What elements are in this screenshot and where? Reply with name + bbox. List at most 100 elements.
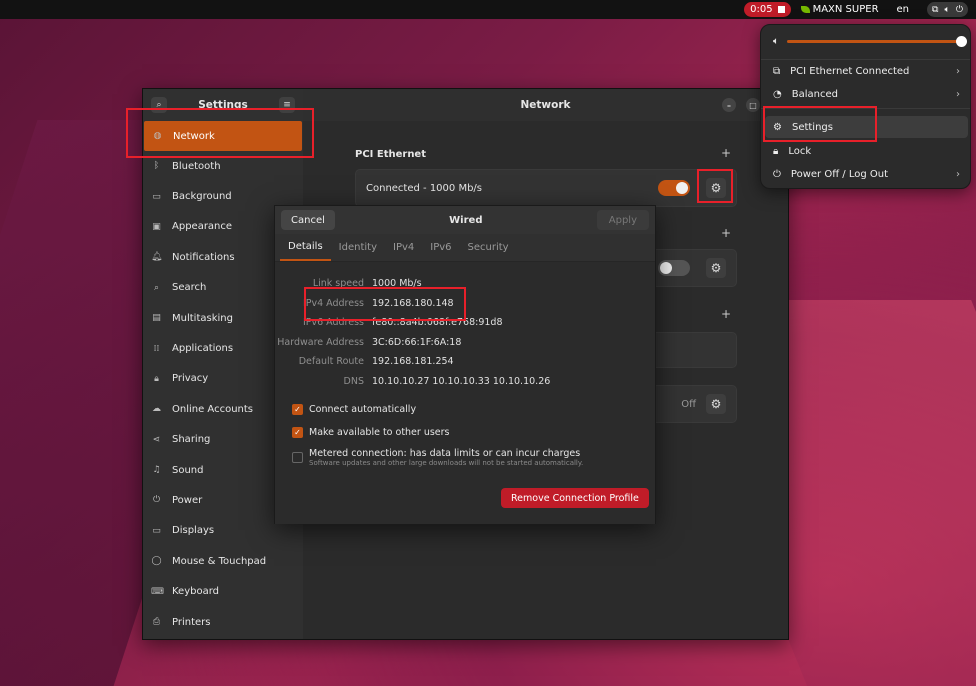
menu-item-label: Power Off / Log Out [790,168,888,180]
lock-icon: 🔒︎ [154,373,159,384]
remove-connection-profile-button[interactable]: Remove Connection Profile [501,488,649,508]
bell-icon: 🔔︎ [151,252,163,263]
sidebar-item-printers[interactable]: ⎙ Printers [143,607,303,637]
sidebar-item-label: Appearance [172,221,233,233]
proxy-status: Off [681,398,696,410]
power-profile-icon: ◔ [773,88,782,100]
menu-item-lock[interactable]: 🔒︎ Lock [765,140,968,162]
checkbox-label: Metered connection: has data limits or c… [309,448,581,459]
top-bar: 0:05 MAXN SUPER en ⧉ 🔈︎ ⏻ [0,0,976,19]
volume-icon: 🔈︎ [773,35,779,47]
volume-row: 🔈︎ [773,33,967,49]
plus-icon: + [721,307,732,321]
power-icon: ⏻ [773,168,781,180]
recording-time: 0:05 [750,4,773,15]
minimize-icon: – [727,100,731,110]
apply-button[interactable]: Apply [596,210,649,230]
mouse-icon: ◯ [151,556,162,567]
multitasking-icon: ▤ [152,313,161,324]
sidebar-item-label: Search [172,282,207,294]
gpu-mode-label: MAXN SUPER [812,4,879,15]
gear-icon: ⚙ [710,261,722,275]
lock-icon: 🔒︎ [773,145,779,157]
volume-icon: 🔈︎ [944,4,950,15]
stop-icon [777,6,785,13]
annotation-box [697,169,733,203]
grid-icon: ⁞⁞ [153,343,160,354]
metered-connection-checkbox[interactable]: Metered connection: has data limits or c… [292,448,583,467]
sidebar-item-label: Background [172,191,232,203]
volume-slider-knob[interactable] [956,35,967,47]
tab-security[interactable]: Security [460,234,517,261]
detail-dns: DNS 10.10.10.27 10.10.10.33 10.10.10.26 [275,376,655,388]
detail-value: 3C:6D:66:1F:6A:18 [372,337,462,348]
search-icon: ⌕ [153,282,160,293]
maximize-button[interactable]: □ [746,98,760,112]
vpn-toggle[interactable] [658,260,690,276]
menu-item-label: PCI Ethernet Connected [790,65,910,77]
sidebar-item-label: Power [172,494,203,506]
add-ethernet-button[interactable]: + [721,146,731,160]
sidebar-item-label: Keyboard [172,586,220,598]
keyboard-icon: ⌨ [151,586,164,597]
tab-ipv4[interactable]: IPv4 [385,234,422,261]
gear-icon: ⚙ [710,397,722,411]
dialog-title: Wired [449,214,483,226]
tab-identity[interactable]: Identity [331,234,385,261]
menu-item-power-off[interactable]: ⏻ Power Off / Log Out › [765,163,968,185]
ethernet-status: Connected - 1000 Mb/s [366,182,482,194]
cancel-button[interactable]: Cancel [281,210,335,230]
menu-item-power-profile[interactable]: ◔ Balanced › [765,83,968,105]
sidebar-item-label: Sound [172,464,204,476]
network-icon: ⧉ [773,65,781,77]
cloud-icon: ☁ [152,404,161,415]
background-icon: ▭ [152,191,161,202]
dialog-header: Cancel Wired Apply [275,206,655,234]
ethernet-toggle[interactable] [658,180,690,196]
sidebar-item-label: Displays [172,525,215,537]
sidebar-item-label: Multitasking [172,312,233,324]
chevron-right-icon: › [956,88,960,100]
gpu-mode-indicator[interactable]: MAXN SUPER [800,4,879,15]
detail-default-route: Default Route 192.168.181.254 [275,356,655,368]
add-vpn-button[interactable]: + [721,226,731,240]
system-tray[interactable]: ⧉ 🔈︎ ⏻ [927,2,968,17]
plus-icon: + [721,146,732,160]
sidebar-item-label: Sharing [172,434,211,446]
recording-indicator[interactable]: 0:05 [744,2,791,17]
chevron-right-icon: › [956,65,960,77]
tab-details[interactable]: Details [280,234,331,261]
annotation-box [304,287,466,321]
menu-item-ethernet[interactable]: ⧉ PCI Ethernet Connected › [765,60,968,82]
minimize-button[interactable]: – [722,98,736,112]
music-note-icon: ♫ [152,465,161,476]
detail-key: Hardware Address [277,337,364,348]
checkbox-label: Make available to other users [309,427,450,438]
menu-item-label: Lock [788,145,812,157]
connect-automatically-checkbox[interactable]: ✓ Connect automatically [292,404,416,415]
panel-title: Network [520,99,571,111]
menu-item-label: Balanced [791,88,838,100]
tab-ipv6[interactable]: IPv6 [422,234,459,261]
add-proxy-button[interactable]: + [721,307,731,321]
checkbox-sublabel: Software updates and other large downloa… [309,459,584,467]
unchecked-box [292,452,303,463]
proxy-settings-button[interactable]: ⚙ [706,394,726,414]
checkmark-icon: ✓ [292,427,303,438]
available-to-all-checkbox[interactable]: ✓ Make available to other users [292,427,450,438]
wired-dialog: Cancel Wired Apply Details Identity IPv4… [274,205,656,524]
detail-value: 10.10.10.27 10.10.10.33 10.10.10.26 [372,376,551,387]
plus-icon: + [721,226,732,240]
sidebar-item-keyboard[interactable]: ⌨ Keyboard [143,576,303,606]
volume-slider[interactable] [787,35,967,47]
language-indicator[interactable]: en [897,4,910,15]
vpn-settings-button[interactable]: ⚙ [706,258,726,278]
sidebar-item-label: Privacy [172,373,209,385]
display-icon: ▭ [152,525,161,536]
sidebar-item-label: Online Accounts [172,403,254,415]
sidebar-item-label: Mouse & Touchpad [172,555,267,567]
detail-key: DNS [343,376,364,387]
sidebar-item-mouse-touchpad[interactable]: ◯ Mouse & Touchpad [143,546,303,576]
sidebar-item-label: Notifications [172,251,235,263]
checkmark-icon: ✓ [292,404,303,415]
